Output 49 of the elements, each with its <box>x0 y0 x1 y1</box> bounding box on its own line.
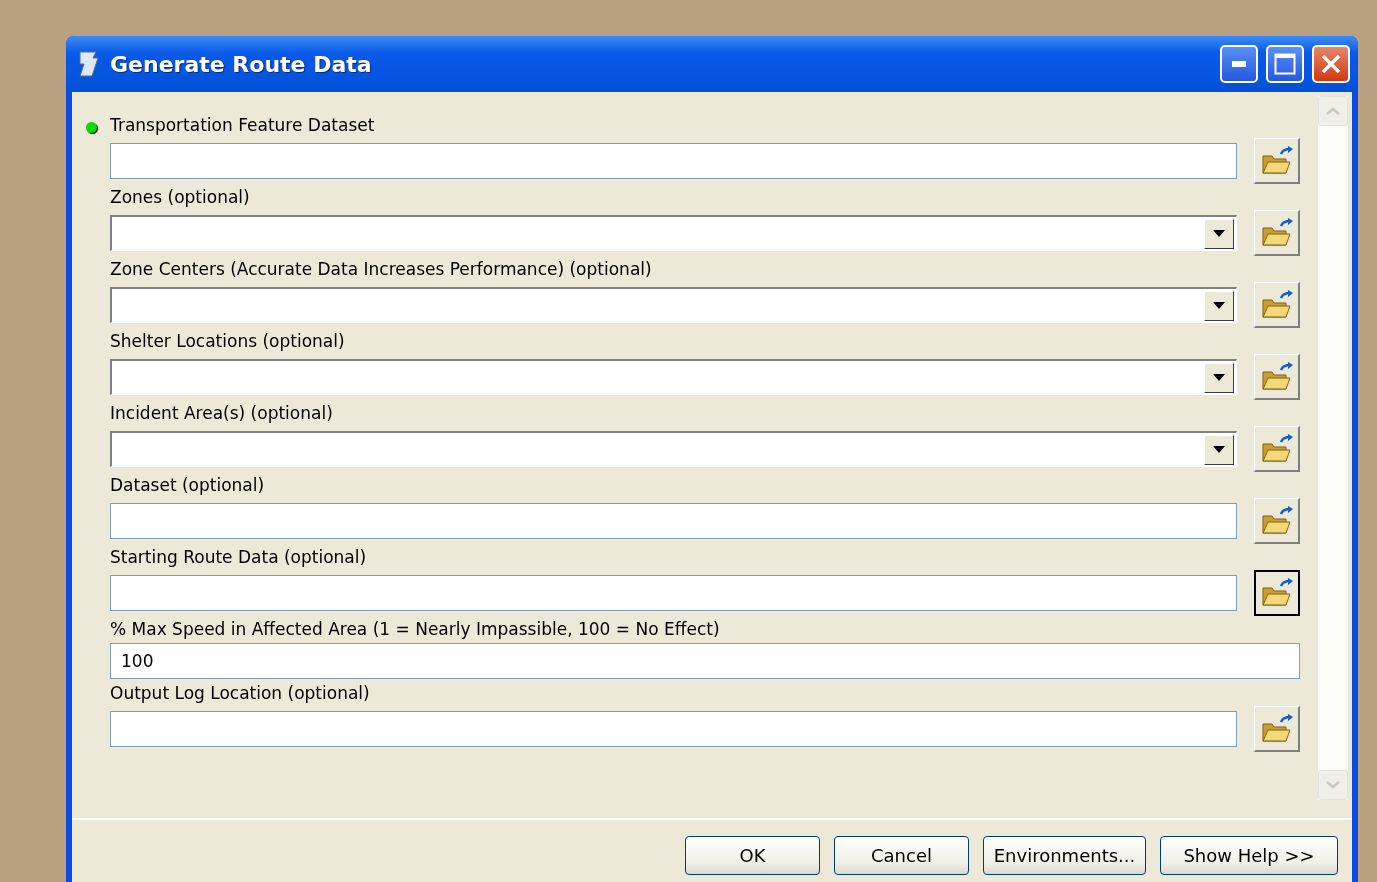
minimize-icon <box>1232 61 1246 67</box>
input-field[interactable] <box>110 143 1237 179</box>
dropdown-button[interactable] <box>1204 434 1234 465</box>
dialog-button[interactable]: Show Help >> <box>1160 836 1338 875</box>
field-label: Shelter Locations (optional) <box>110 331 345 351</box>
caret-icon <box>1213 302 1225 309</box>
field-label: Starting Route Data (optional) <box>110 547 367 567</box>
field-label: Output Log Location (optional) <box>110 683 370 703</box>
dropdown-button[interactable] <box>1204 362 1234 393</box>
folder-icon <box>1260 145 1293 176</box>
folder-icon <box>1261 578 1293 608</box>
maximize-icon <box>1274 53 1296 75</box>
input-field[interactable] <box>110 503 1237 539</box>
dropdown-field[interactable] <box>110 359 1237 395</box>
close-icon <box>1321 54 1341 74</box>
dialog-button[interactable]: Cancel <box>834 836 969 875</box>
chevron-down-icon <box>1326 781 1340 789</box>
folder-icon <box>1260 713 1293 744</box>
browse-button[interactable] <box>1254 570 1300 616</box>
dialog-button[interactable]: Environments... <box>983 836 1146 875</box>
input-field[interactable] <box>110 575 1237 611</box>
field-label: % Max Speed in Affected Area (1 = Nearly Impassible, 100 = No Effect) <box>110 619 720 639</box>
caret-icon <box>1213 230 1225 237</box>
folder-icon <box>1260 217 1293 248</box>
folder-icon <box>1260 433 1293 464</box>
folder-icon <box>1260 361 1293 392</box>
folder-icon <box>1260 505 1293 536</box>
field-label: Incident Area(s) (optional) <box>110 403 333 423</box>
dropdown-button[interactable] <box>1204 218 1234 249</box>
input-field[interactable] <box>110 711 1237 747</box>
field-label: Dataset (optional) <box>110 475 265 495</box>
input-field[interactable]: 100 <box>110 643 1300 679</box>
field-label: Zone Centers (Accurate Data Increases Performance) (optional) <box>110 259 652 279</box>
dropdown-button[interactable] <box>1204 290 1234 321</box>
chevron-up-icon <box>1326 107 1340 115</box>
window-title: Generate Route Data <box>110 51 373 77</box>
dropdown-field[interactable] <box>110 287 1237 323</box>
minimize-button[interactable] <box>1220 45 1258 83</box>
dropdown-field[interactable] <box>110 431 1237 467</box>
tool-icon <box>76 49 102 79</box>
field-label: Zones (optional) <box>110 187 250 207</box>
caret-icon <box>1213 446 1225 453</box>
field-label: Transportation Feature Dataset <box>110 115 375 135</box>
close-button[interactable] <box>1312 45 1350 83</box>
dialog-button[interactable]: OK <box>685 836 820 875</box>
maximize-button[interactable] <box>1266 45 1304 83</box>
folder-icon <box>1260 289 1293 320</box>
dropdown-field[interactable] <box>110 215 1237 251</box>
caret-icon <box>1213 374 1225 381</box>
